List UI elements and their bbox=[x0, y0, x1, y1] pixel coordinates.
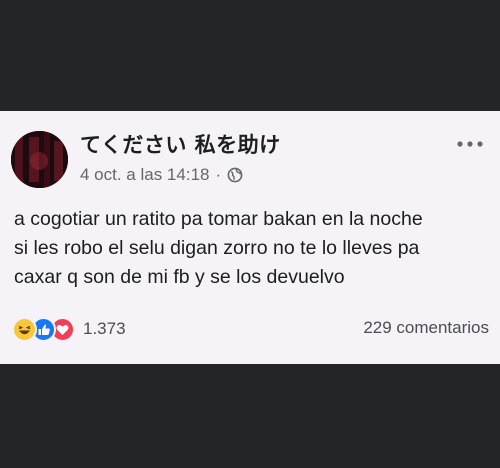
post-text-line: caxar q son de mi fb y se los devuelvo bbox=[14, 266, 345, 288]
avatar-image bbox=[11, 131, 68, 188]
comments-link[interactable]: 229 comentarios bbox=[363, 318, 489, 338]
post-date[interactable]: 4 oct. a las 14:18 bbox=[80, 165, 209, 185]
post-text-line: a cogotiar un ratito pa tomar bakan en l… bbox=[14, 208, 423, 230]
author-avatar[interactable] bbox=[11, 131, 68, 188]
post-text-line: si les robo el selu digan zorro no te lo… bbox=[14, 237, 420, 259]
dark-background-bottom bbox=[0, 364, 500, 468]
haha-icon bbox=[12, 316, 37, 342]
author-name[interactable]: てください 私を助け bbox=[80, 129, 281, 159]
post-body: a cogotiar un ratito pa tomar bakan en l… bbox=[14, 205, 494, 292]
reaction-count: 1.373 bbox=[83, 319, 126, 338]
more-horizontal-icon bbox=[457, 141, 483, 147]
more-options-button[interactable] bbox=[452, 132, 488, 156]
post-meta: 4 oct. a las 14:18 · bbox=[80, 164, 243, 186]
globe-icon bbox=[227, 167, 243, 183]
reactions-summary[interactable]: 1.373 bbox=[12, 316, 126, 342]
dark-background-top bbox=[0, 0, 500, 111]
meta-separator: · bbox=[215, 165, 222, 184]
